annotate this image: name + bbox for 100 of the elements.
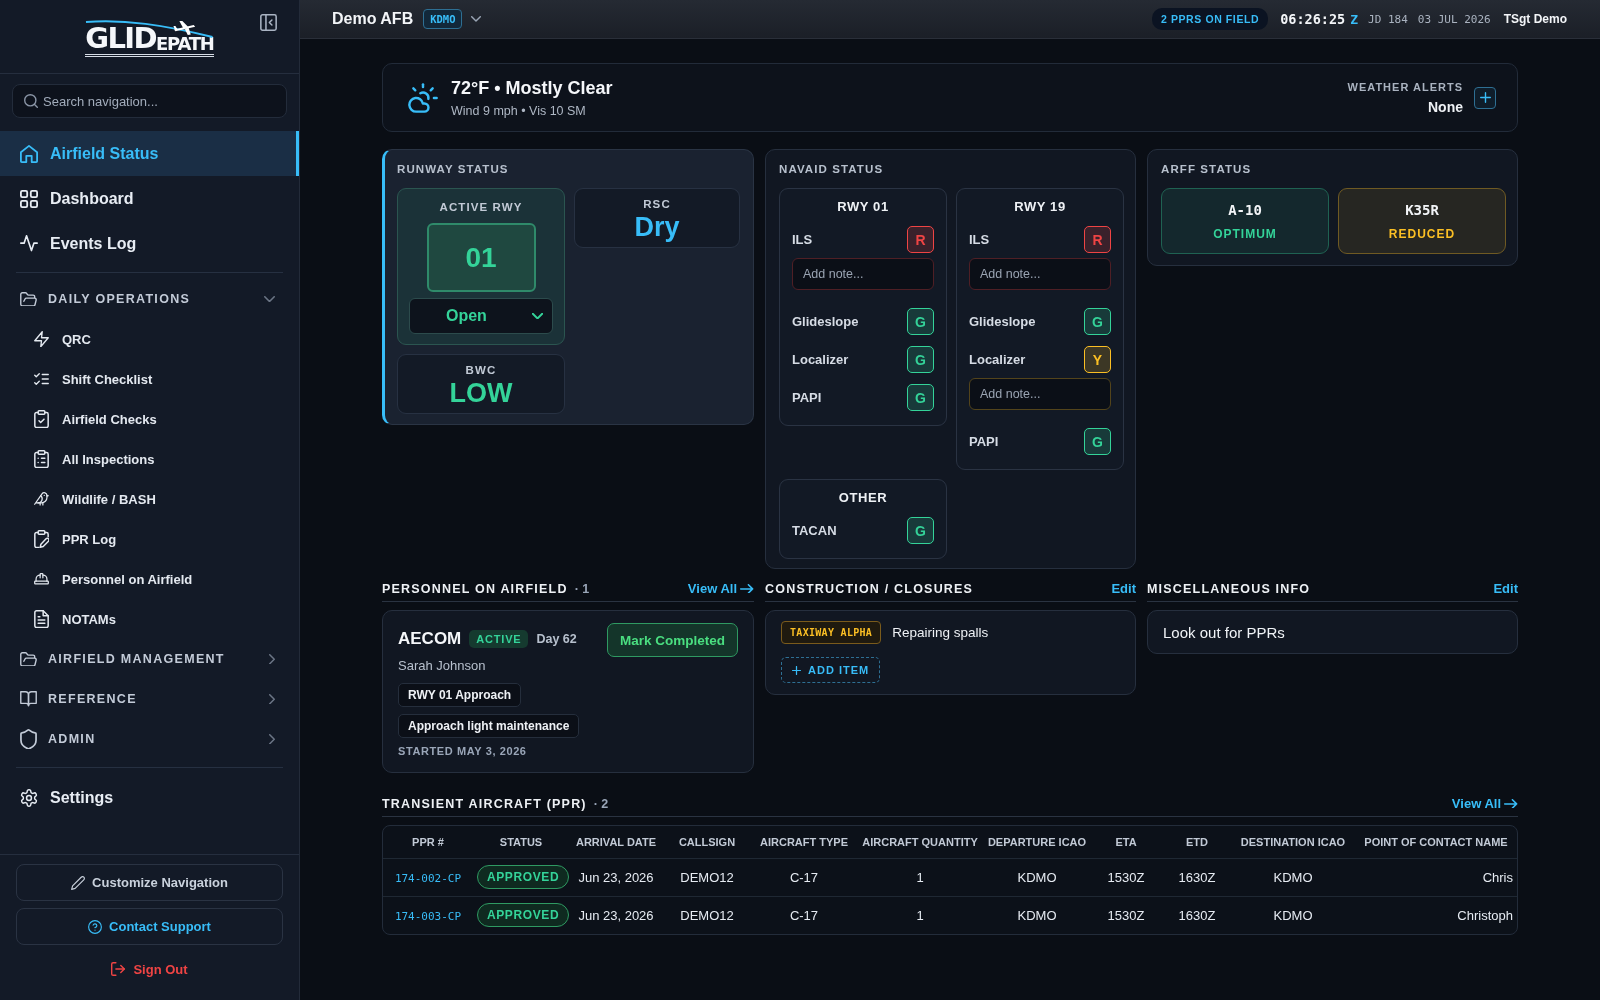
nav-link[interactable]: PPR Log: [0, 519, 299, 559]
section-heading: PERSONNEL ON AIRFIELD: [382, 581, 568, 596]
nav-link[interactable]: Airfield Status: [0, 131, 299, 176]
edit-link[interactable]: Edit: [1493, 581, 1518, 596]
nav-link[interactable]: All Inspections: [0, 439, 299, 479]
table-cell: C-17: [751, 858, 857, 896]
status-toggle[interactable]: Y: [1084, 346, 1111, 373]
nav-link[interactable]: Personnel on Airfield: [0, 559, 299, 599]
arrow-right-icon: [740, 583, 754, 594]
navaid-name: Glideslope: [969, 314, 1036, 329]
cloud-sun-icon: [408, 82, 438, 113]
plus-icon: [1479, 92, 1491, 103]
customize-navigation-button[interactable]: Customize Navigation: [16, 864, 283, 901]
nav-group-header[interactable]: AIRFIELD MANAGEMENT: [0, 639, 299, 679]
nav-group-header[interactable]: DAILY OPERATIONS: [0, 279, 299, 319]
view-all-link[interactable]: View All: [1451, 796, 1518, 811]
status-badge: APPROVED: [477, 903, 570, 928]
column-header: AIRCRAFT QUANTITY: [857, 826, 983, 858]
status-toggle[interactable]: G: [907, 517, 934, 544]
nav-link[interactable]: Settings: [0, 775, 299, 820]
add-item-button[interactable]: ADD ITEM: [781, 657, 881, 683]
table-cell: Jun 23, 2026: [569, 896, 663, 934]
chevron-down-icon: [532, 312, 543, 320]
sign-out-button[interactable]: Sign Out: [111, 956, 188, 982]
table-cell: Christoph: [1353, 896, 1517, 934]
column-header: PPR #: [383, 826, 473, 858]
bird-icon: [34, 492, 49, 506]
note-field[interactable]: Add note...: [969, 258, 1111, 290]
grid-icon: [20, 189, 38, 208]
chevron-down-icon[interactable]: [471, 16, 482, 22]
bwc-value: LOW: [449, 378, 513, 408]
status-badge: APPROVED: [477, 865, 570, 889]
arff-condition: REDUCED: [1388, 226, 1456, 241]
weather-detail: Wind 9 mph • Vis 10 SM: [451, 103, 587, 118]
status-toggle[interactable]: G: [1084, 428, 1111, 455]
panel-label: BWC: [465, 363, 497, 377]
home-icon: [20, 144, 38, 163]
group-title: OTHER: [837, 489, 889, 507]
nav-group-header[interactable]: ADMIN: [0, 719, 299, 759]
nav-link[interactable]: Events Log: [0, 221, 299, 266]
navaid-name: PAPI: [792, 390, 822, 405]
sidebar-collapse-icon[interactable]: [260, 14, 277, 31]
table-cell: KDMO: [1233, 896, 1353, 934]
rsc-value: Dry: [634, 212, 680, 242]
navaid-name: TACAN: [792, 523, 837, 538]
ppr-link[interactable]: 174-002-CP: [394, 871, 462, 885]
runway-status-select[interactable]: Open: [409, 298, 553, 334]
table-cell: DEMO12: [663, 896, 751, 934]
status-toggle[interactable]: G: [907, 346, 934, 373]
shield-icon: [20, 728, 37, 750]
panel-label: RSC: [643, 197, 671, 211]
nav-link[interactable]: QRC: [0, 319, 299, 359]
clipboard-list-icon: [34, 449, 49, 469]
arff-condition: OPTIMUM: [1213, 226, 1277, 241]
status-toggle[interactable]: R: [907, 226, 934, 253]
table-cell: 1630Z: [1161, 896, 1233, 934]
section-title: RUNWAY STATUS: [397, 162, 510, 176]
column-header: CALLSIGN: [663, 826, 751, 858]
table-cell: 1: [857, 858, 983, 896]
nav-group-header[interactable]: REFERENCE: [0, 679, 299, 719]
table-cell: 1630Z: [1161, 858, 1233, 896]
navaid-name: ILS: [969, 232, 990, 247]
group-title: RWY 01: [836, 198, 890, 216]
navaid-name: Glideslope: [792, 314, 859, 329]
status-toggle[interactable]: G: [1084, 308, 1111, 335]
view-all-link[interactable]: View All: [687, 581, 754, 596]
checklist-icon: [34, 373, 49, 385]
nav-link[interactable]: Wildlife / BASH: [0, 479, 299, 519]
user-name: TSgt Demo: [1503, 12, 1567, 26]
section-title: ARFF STATUS: [1161, 162, 1253, 176]
section-title: NAVAID STATUS: [779, 162, 885, 176]
status-toggle[interactable]: R: [1084, 226, 1111, 253]
note-field[interactable]: Add note...: [969, 378, 1111, 410]
column-header: ARRIVAL DATE: [569, 826, 663, 858]
nav-link[interactable]: Airfield Checks: [0, 399, 299, 439]
contact-support-button[interactable]: Contact Support: [16, 908, 283, 945]
icao-badge: KDMO: [423, 9, 463, 29]
table-cell: KDMO: [983, 858, 1091, 896]
nav-link[interactable]: Shift Checklist: [0, 359, 299, 399]
edit-link[interactable]: Edit: [1111, 581, 1136, 596]
navaid-name: Localizer: [969, 352, 1026, 367]
lightning-icon: [34, 330, 49, 348]
status-toggle[interactable]: G: [907, 308, 934, 335]
location-tag: Approach light maintenance: [398, 714, 580, 738]
add-alert-button[interactable]: [1474, 86, 1496, 109]
location-tag: RWY 01 Approach: [398, 683, 522, 707]
mark-completed-button[interactable]: Mark Completed: [606, 623, 738, 657]
aircraft-name: A-10: [1228, 201, 1262, 218]
search-field[interactable]: Search navigation...: [12, 84, 287, 118]
nav-link[interactable]: NOTAMs: [0, 599, 299, 639]
section-heading: TRANSIENT AIRCRAFT (PPR): [382, 796, 587, 811]
ppr-link[interactable]: 174-003-CP: [394, 909, 462, 923]
note-field[interactable]: Add note...: [792, 258, 934, 290]
table-cell: 1530Z: [1091, 858, 1161, 896]
base-name: Demo AFB: [332, 10, 414, 28]
section-heading: CONSTRUCTION / CLOSURES: [765, 581, 974, 596]
alerts-value: None: [1428, 98, 1463, 115]
status-toggle[interactable]: G: [907, 384, 934, 411]
nav-link[interactable]: Dashboard: [0, 176, 299, 221]
company-name: AECOM: [398, 629, 462, 649]
